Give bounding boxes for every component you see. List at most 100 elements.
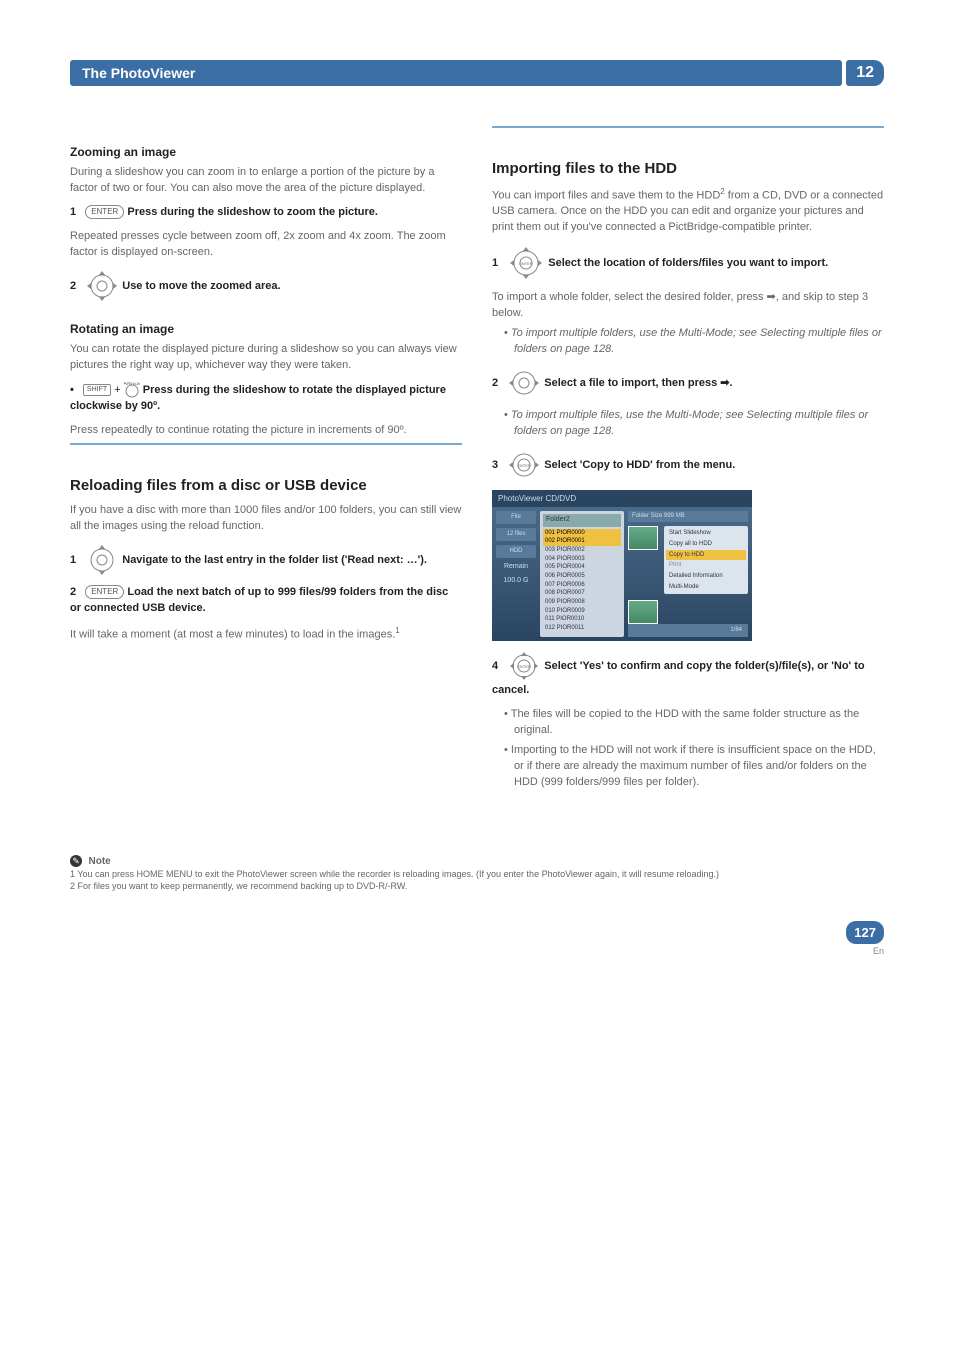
footnote-section: ✎ Note 1 You can press HOME MENU to exit… xyxy=(70,855,884,891)
page-lang: En xyxy=(70,946,884,956)
bullet-marker: • xyxy=(70,384,74,396)
chapter-number: 12 xyxy=(846,60,884,86)
rotate-heading: Rotating an image xyxy=(70,321,462,338)
step-text: Load the next batch of up to 999 files/9… xyxy=(70,586,448,614)
thumbnail-icon xyxy=(628,526,658,550)
list-item: 006 PIOR0005 xyxy=(543,572,621,581)
footnote-2: 2 For files you want to keep permanently… xyxy=(70,881,884,891)
step-number: 4 xyxy=(492,660,498,672)
zoom-heading: Zooming an image xyxy=(70,144,462,161)
ss-folder-size: Folder Size 999 MB xyxy=(628,511,748,522)
import-step1-bullet: • To import multiple folders, use the Mu… xyxy=(504,326,884,358)
list-item: 005 PIOR0004 xyxy=(543,563,621,572)
ss-folder-tab: Folder2 xyxy=(543,514,621,526)
list-item: 012 PIOR0011 xyxy=(543,624,621,633)
angle-button-icon: ANGLE xyxy=(124,382,140,398)
nav-circle-icon xyxy=(85,543,119,577)
import-step1-after: To import a whole folder, select the des… xyxy=(492,290,884,322)
step-text: Navigate to the last entry in the folder… xyxy=(122,554,427,566)
ss-counter: 1/84 xyxy=(628,624,748,637)
bullet-text: Importing to the HDD will not work if th… xyxy=(511,744,876,788)
rotate-intro: You can rotate the displayed picture dur… xyxy=(70,342,462,374)
step-text: Press during the slideshow to zoom the p… xyxy=(127,206,378,218)
menu-copy-to-hdd: Copy to HDD xyxy=(666,550,746,561)
nav-enter-icon: ENTER xyxy=(507,649,541,683)
import-step-4: 4 ENTER Select 'Yes' to confirm and copy… xyxy=(492,649,884,699)
footnote-1: 1 You can press HOME MENU to exit the Ph… xyxy=(70,869,884,879)
svg-text:ENTER: ENTER xyxy=(517,664,531,669)
ss-sidebar-remain: Remain xyxy=(504,562,528,572)
reload-step-1: 1 Navigate to the last entry in the fold… xyxy=(70,543,462,577)
import-step4-bullet1: • The files will be copied to the HDD wi… xyxy=(504,707,884,739)
step-text: Select 'Yes' to confirm and copy the fol… xyxy=(492,660,865,696)
reload-heading: Reloading files from a disc or USB devic… xyxy=(70,475,462,497)
thumbnail-icon xyxy=(628,600,658,624)
step-number: 1 xyxy=(492,257,498,269)
step-number: 1 xyxy=(70,554,76,566)
ss-file-list: Folder2 001 PIOR0000 002 PIOR0001 003 PI… xyxy=(540,511,624,637)
nav-enter-icon: ENTER xyxy=(507,244,545,282)
step-number: 2 xyxy=(492,377,498,389)
list-item: 002 PIOR0001 xyxy=(543,537,621,546)
list-item: 007 PIOR0006 xyxy=(543,581,621,590)
import-step2-bullet: • To import multiple files, use the Mult… xyxy=(504,408,884,440)
menu-start-slideshow: Start Slideshow xyxy=(666,528,746,539)
zoom-step-1: 1 ENTER Press during the slideshow to zo… xyxy=(70,205,462,221)
svg-text:ANGLE: ANGLE xyxy=(124,382,140,387)
right-column: Importing files to the HDD You can impor… xyxy=(492,126,884,795)
after-text: It will take a moment (at most a few min… xyxy=(70,628,395,640)
menu-copy-all: Copy all to HDD xyxy=(666,539,746,550)
menu-multi-mode: Multi-Mode xyxy=(666,582,746,593)
header-title: The PhotoViewer xyxy=(70,60,842,86)
rotate-after: Press repeatedly to continue rotating th… xyxy=(70,423,462,439)
list-item: 004 PIOR0003 xyxy=(543,555,621,564)
reload-intro: If you have a disc with more than 1000 f… xyxy=(70,503,462,535)
shift-button-icon: SHIFT xyxy=(83,384,111,396)
rotate-bullet: • SHIFT + ANGLE Press during the slidesh… xyxy=(70,382,462,415)
list-item: 011 PIOR0010 xyxy=(543,615,621,624)
step-text: Use to move the zoomed area. xyxy=(122,280,280,292)
bullet-text: To import multiple files, use the Multi-… xyxy=(511,409,868,437)
menu-print: Print xyxy=(666,560,746,571)
nav-circle-icon xyxy=(85,269,119,303)
bullet-text: To import multiple folders, use the Mult… xyxy=(511,327,882,355)
ss-sidebar-file: File xyxy=(496,511,536,524)
step-number: 2 xyxy=(70,280,76,292)
list-item: 010 PIOR0009 xyxy=(543,607,621,616)
import-heading: Importing files to the HDD xyxy=(492,158,884,180)
note-icon: ✎ xyxy=(70,855,82,867)
enter-button-icon: ENTER xyxy=(85,585,124,599)
svg-text:ENTER: ENTER xyxy=(519,261,533,266)
step-text: Select a file to import, then press ➡. xyxy=(544,377,732,389)
page-number: 127 xyxy=(846,921,884,944)
header-bar: The PhotoViewer 12 xyxy=(70,60,884,86)
ss-sidebar-files: 12 files xyxy=(496,528,536,541)
import-step-2: 2 Select a file to import, then press ➡. xyxy=(492,366,884,400)
import-step-3: 3 ENTER Select 'Copy to HDD' from the me… xyxy=(492,448,884,482)
import-step4-bullet2: • Importing to the HDD will not work if … xyxy=(504,743,884,791)
svg-text:ENTER: ENTER xyxy=(517,463,531,468)
ss-sidebar: File 12 files HDD Remain 100.0 G xyxy=(496,511,536,637)
ss-context-menu: Start Slideshow Copy all to HDD Copy to … xyxy=(664,526,748,594)
list-item: 001 PIOR0000 xyxy=(543,529,621,538)
list-item: 009 PIOR0008 xyxy=(543,598,621,607)
step-number: 3 xyxy=(492,459,498,471)
reload-step2-after: It will take a moment (at most a few min… xyxy=(70,625,462,644)
import-intro: You can import files and save them to th… xyxy=(492,186,884,236)
plus-sign: + xyxy=(114,384,123,396)
step-number: 1 xyxy=(70,206,76,218)
section-divider xyxy=(492,126,884,128)
list-item: 008 PIOR0007 xyxy=(543,589,621,598)
enter-button-icon: ENTER xyxy=(85,205,124,219)
step-number: 2 xyxy=(70,586,76,598)
step-text: Select the location of folders/files you… xyxy=(548,257,828,269)
note-header: ✎ Note xyxy=(70,855,884,867)
nav-circle-icon xyxy=(507,366,541,400)
section-divider xyxy=(70,443,462,445)
photoviewer-screenshot: PhotoViewer CD/DVD File 12 files HDD Rem… xyxy=(492,490,752,641)
list-item: 003 PIOR0002 xyxy=(543,546,621,555)
page-footer: 127 En xyxy=(70,921,884,956)
zoom-intro: During a slideshow you can zoom in to en… xyxy=(70,165,462,197)
note-title: Note xyxy=(89,856,111,867)
import-step-1: 1 ENTER Select the location of folders/f… xyxy=(492,244,884,282)
